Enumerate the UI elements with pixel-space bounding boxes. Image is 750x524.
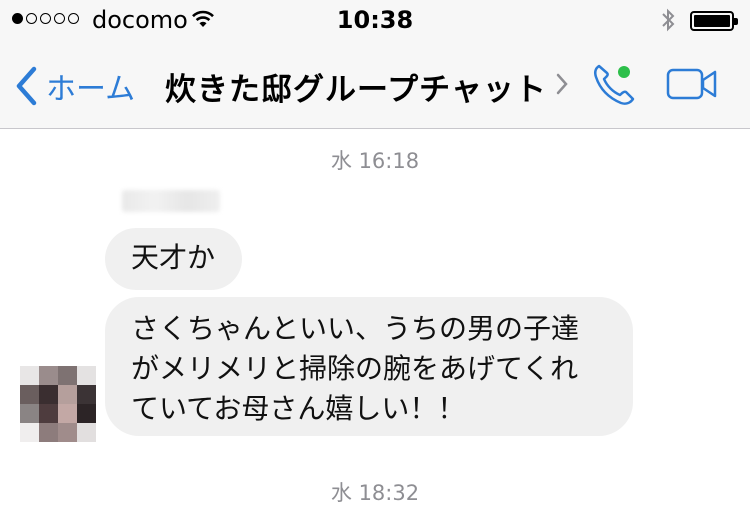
- back-label: ホーム: [46, 72, 136, 107]
- message-text-line: さくちゃんといい、うちの男の子達: [131, 312, 580, 345]
- message-timestamp: 水 18:32: [330, 481, 420, 505]
- chat-title[interactable]: 炊きた邸グループチャット: [165, 64, 547, 109]
- avatar[interactable]: [20, 366, 96, 442]
- video-call-button[interactable]: [666, 66, 718, 106]
- status-bar: docomo 10:38: [0, 0, 750, 40]
- phone-icon: [593, 64, 635, 105]
- video-camera-icon: [666, 68, 717, 100]
- bluetooth-icon: [660, 6, 676, 38]
- message-bubble[interactable]: さくちゃんといい、うちの男の子達 がメリメリと掃除の腕をあげてくれ ていてお母さ…: [105, 297, 633, 436]
- voice-call-button[interactable]: [590, 60, 640, 114]
- chevron-right-icon[interactable]: [555, 72, 569, 100]
- nav-bar: ホーム 炊きた邸グループチャット: [0, 40, 750, 129]
- message-text: 天才か: [131, 241, 216, 274]
- message-bubble[interactable]: 天才か: [105, 228, 242, 290]
- clock: 10:38: [336, 6, 414, 34]
- battery-icon: [690, 11, 738, 31]
- message-text-line: がメリメリと掃除の腕をあげてくれ: [131, 352, 579, 385]
- chevron-left-icon: [16, 66, 37, 106]
- online-status-dot: [618, 66, 630, 78]
- back-button[interactable]: ホーム: [14, 64, 135, 108]
- message-text-line: ていてお母さん嬉しい！！: [131, 392, 466, 425]
- sender-name-blurred: [122, 190, 220, 212]
- message-timestamp: 水 16:18: [330, 149, 420, 173]
